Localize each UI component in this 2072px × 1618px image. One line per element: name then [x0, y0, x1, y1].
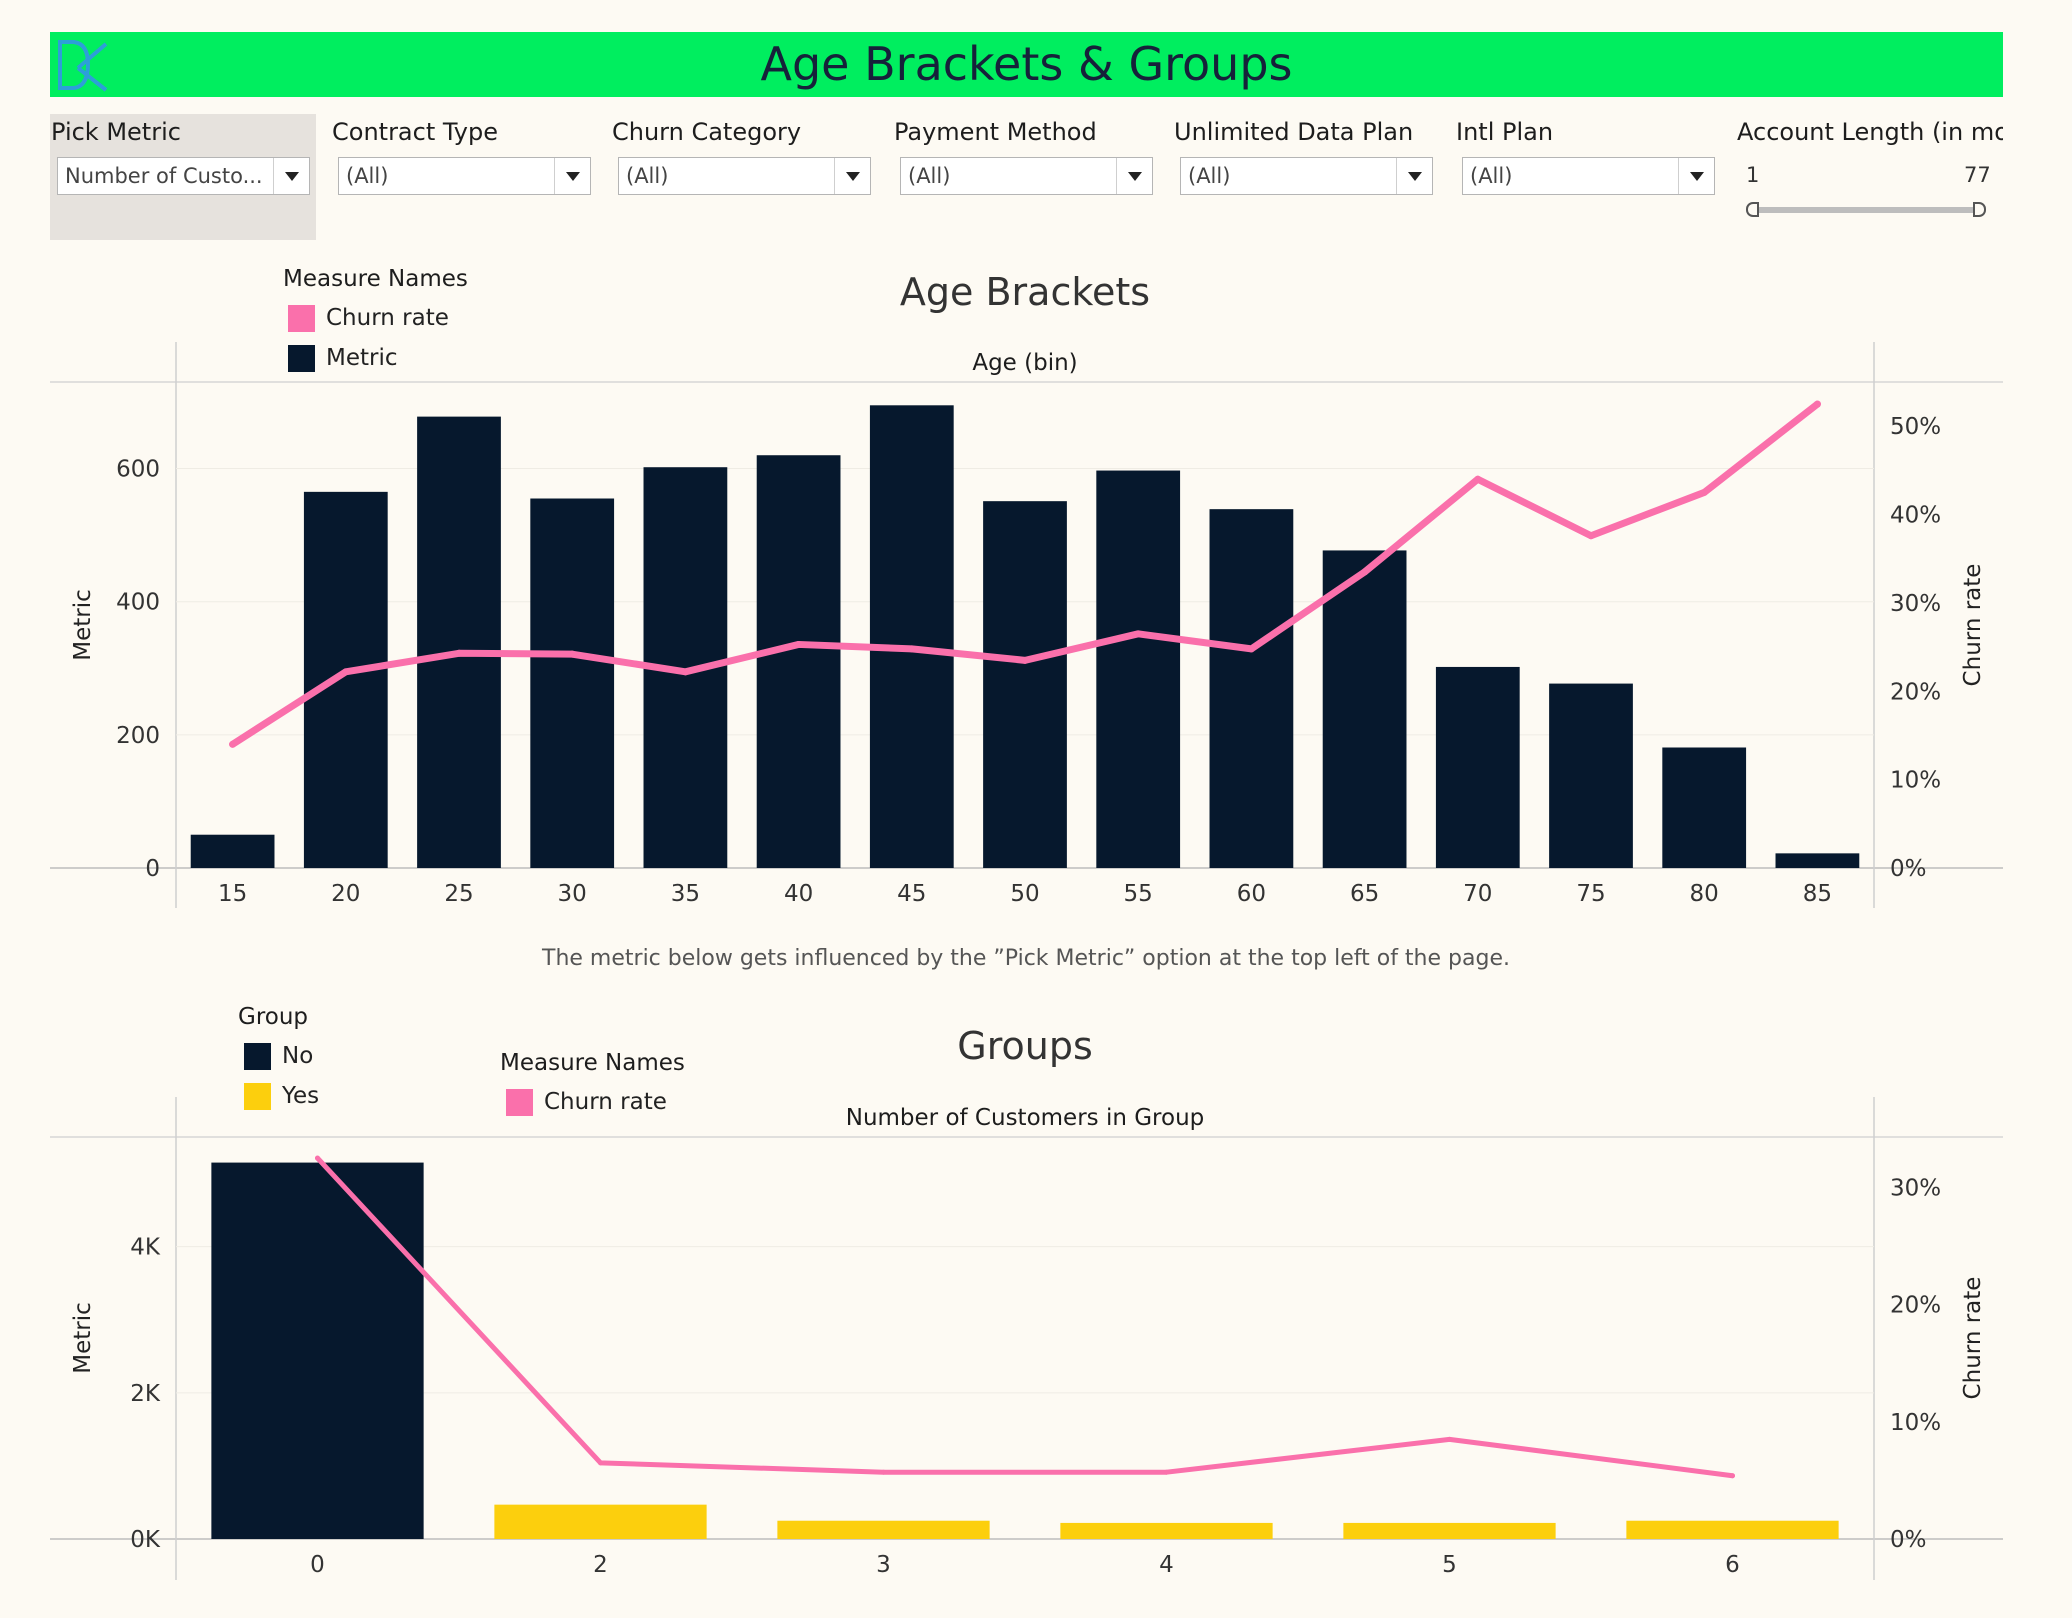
x-tick-label: 5: [1442, 1552, 1457, 1578]
y2-axis-title: Churn rate: [1960, 1277, 1986, 1400]
churn-rate-point: [598, 1460, 603, 1466]
y2-tick-label: 30%: [1890, 1175, 1941, 1201]
y2-tick-label: 0%: [1890, 1527, 1927, 1553]
churn-rate-point: [1447, 1436, 1452, 1442]
churn-rate-point: [1730, 1473, 1735, 1479]
groups-chart: Number of Customers in Group 0K 2K 4K 0% 10% 2…: [50, 1097, 2003, 1580]
churn-rate-line: [315, 1155, 1735, 1479]
x-tick-label: 6: [1725, 1552, 1740, 1578]
bar: [494, 1504, 707, 1539]
y2-tick-label: 20%: [1890, 1293, 1941, 1319]
bar: [1626, 1520, 1839, 1539]
bar: [211, 1162, 424, 1539]
x-header-label: Number of Customers in Group: [846, 1105, 1205, 1131]
y2-tick-label: 10%: [1890, 1410, 1941, 1436]
churn-rate-point: [881, 1469, 886, 1475]
x-tick-label: 2: [593, 1552, 608, 1578]
bar: [777, 1520, 990, 1539]
y-tick-label: 4K: [130, 1235, 161, 1261]
bar: [1343, 1522, 1556, 1539]
y-axis-title: Metric: [70, 1302, 96, 1374]
x-tick-label: 0: [310, 1552, 325, 1578]
y-tick-label: 0K: [130, 1527, 161, 1553]
y-tick-label: 2K: [130, 1381, 161, 1407]
x-tick-label: 3: [876, 1552, 891, 1578]
churn-rate-point: [315, 1155, 320, 1161]
bar: [1060, 1522, 1273, 1539]
churn-rate-point: [1164, 1469, 1169, 1475]
x-tick-label: 4: [1159, 1552, 1174, 1578]
